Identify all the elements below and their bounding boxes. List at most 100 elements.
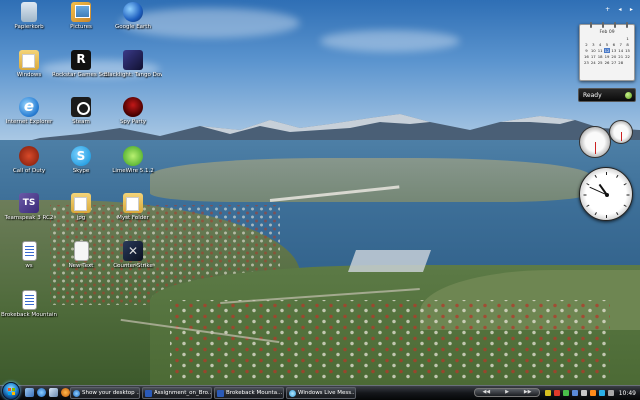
limewire-icon	[123, 146, 143, 166]
clock-tick	[616, 174, 619, 178]
calendar-day[interactable]: 23	[583, 60, 590, 65]
taskbar-button-messenger[interactable]: Windows Live Mess...	[286, 387, 356, 399]
desktop-icon-rockstar[interactable]: Rockstar Games Social Club	[52, 50, 110, 79]
clock-tick	[606, 215, 607, 218]
calendar-day[interactable]: 19	[604, 54, 611, 59]
desktop-icon-teamspeak[interactable]: Teamspeak 3 RC2	[0, 193, 58, 222]
calendar-day[interactable]: 27	[610, 60, 617, 65]
status-gadget[interactable]: Ready	[578, 88, 636, 102]
calendar-day[interactable]: 9	[583, 48, 590, 53]
clock-gadget[interactable]	[579, 167, 633, 221]
calendar-day[interactable]: 12	[603, 48, 611, 53]
calendar-day[interactable]: 21	[617, 54, 624, 59]
tray-app-icon[interactable]	[545, 390, 551, 396]
calendar-day[interactable]: 14	[617, 48, 624, 53]
show-desktop-icon[interactable]	[25, 388, 34, 397]
desktop-icon-jpg[interactable]: jpg	[52, 193, 110, 222]
taskbar-button-browser[interactable]: Show your desktop ...	[70, 387, 140, 399]
desktop-icon-brokeback-mountain[interactable]: Brokeback Mountain	[0, 290, 58, 319]
sidebar-controls: + ◂ ▸	[601, 4, 637, 14]
desktop-icon-call-of-duty[interactable]: Call of Duty	[0, 146, 58, 175]
tray-volume-icon[interactable]	[608, 390, 614, 396]
desktop-icon-google-earth[interactable]: Google Earth	[104, 2, 162, 31]
desktop-icon-pictures[interactable]: Pictures	[52, 2, 110, 31]
calendar-day[interactable]: 22	[624, 54, 631, 59]
taskbar-button-label: Brokeback Mounta...	[226, 390, 283, 396]
calendar-day[interactable]: 15	[624, 48, 631, 53]
clock-tick	[594, 212, 597, 216]
desktop-icon-counter-strike[interactable]: Counter-Strike	[104, 241, 162, 270]
sidebar-next-button[interactable]: ▸	[630, 6, 633, 13]
wallpaper-houses-near	[170, 300, 610, 380]
tray-clock[interactable]: 10:49	[619, 390, 636, 397]
calendar-day	[617, 36, 624, 41]
calendar-day[interactable]: 7	[617, 42, 624, 47]
tray-skype-icon[interactable]	[599, 390, 605, 396]
sidebar-prev-button[interactable]: ◂	[619, 6, 622, 13]
skype-icon	[71, 146, 91, 166]
calendar-day	[597, 36, 604, 41]
calendar-day[interactable]: 28	[617, 60, 624, 65]
calendar-day[interactable]: 5	[604, 42, 611, 47]
desktop-icon-label: Pictures	[70, 24, 92, 30]
internet-explorer-icon[interactable]	[37, 388, 46, 397]
calendar-day[interactable]: 24	[590, 60, 597, 65]
desktop-icon-windows[interactable]: Windows	[0, 50, 58, 79]
messenger-icon	[289, 389, 296, 397]
desktop-icon-label: Call of Duty	[12, 168, 46, 174]
previous-track-button[interactable]: ◀◀	[482, 389, 490, 396]
document-icon	[21, 290, 37, 310]
desktop-icon-skype[interactable]: Skype	[52, 146, 110, 175]
calendar-day[interactable]: 25	[597, 60, 604, 65]
media-player-icon[interactable]	[61, 388, 70, 397]
calendar-day[interactable]: 20	[610, 54, 617, 59]
desktop-icon-internet-explorer[interactable]: Internet Explorer	[0, 97, 58, 126]
desktop-icon-label: Rockstar Games Social Club	[52, 72, 110, 78]
game-icon	[19, 146, 39, 166]
calendar-day[interactable]: 2	[583, 42, 590, 47]
tray-network-icon[interactable]	[581, 390, 587, 396]
calendar-day[interactable]: 18	[597, 54, 604, 59]
calendar-gadget[interactable]: Feb 09 1 2 3 4 5 6 7 8 9 10 11 12 13 14 15 16 17 18 19 20 21…	[579, 22, 635, 81]
flip-3d-icon[interactable]	[49, 388, 58, 397]
clock-tick	[586, 183, 590, 186]
desktop-icon-steam[interactable]: Steam	[52, 97, 110, 126]
clock-tick	[606, 172, 607, 175]
taskbar-button-brokeback[interactable]: Brokeback Mounta...	[214, 387, 284, 399]
system-tray: 10:49	[542, 386, 640, 400]
desktop-icon-recycle-bin[interactable]: Papierkorb	[0, 2, 58, 31]
calendar-day[interactable]: 11	[597, 48, 604, 53]
calendar-day[interactable]: 6	[610, 42, 617, 47]
clock-tick	[623, 183, 627, 186]
calendar-day[interactable]: 8	[624, 42, 631, 47]
next-track-button[interactable]: ▶▶	[524, 389, 532, 396]
tray-app-icon[interactable]	[563, 390, 569, 396]
steam-icon	[71, 97, 91, 117]
tray-app-icon[interactable]	[590, 390, 596, 396]
cpu-meter-gadget[interactable]	[579, 120, 635, 160]
game-icon	[123, 97, 143, 117]
desktop-icon-blacklight[interactable]: Blacklight: Tango Down	[104, 50, 162, 79]
calendar-day[interactable]: 13	[610, 48, 617, 53]
calendar-ring	[626, 22, 628, 28]
desktop-icon-limewire[interactable]: LimeWire 5.1.2	[104, 146, 162, 175]
calendar-day[interactable]: 17	[590, 54, 597, 59]
start-button[interactable]	[2, 382, 20, 400]
taskbar-button-assignment[interactable]: Assignment_on_Bro...	[142, 387, 212, 399]
google-earth-icon	[123, 2, 143, 22]
calendar-day[interactable]: 16	[583, 54, 590, 59]
calendar-day	[590, 36, 597, 41]
desktop-icon-myst[interactable]: Myst Folder	[104, 193, 162, 222]
calendar-day[interactable]: 4	[597, 42, 604, 47]
desktop-icon-ws[interactable]: ws	[0, 241, 58, 270]
play-button[interactable]: ▶	[505, 389, 509, 396]
tray-messenger-icon[interactable]	[572, 390, 578, 396]
desktop-icon-new-text[interactable]: New Text	[52, 241, 110, 270]
tray-antivirus-icon[interactable]	[554, 390, 560, 396]
calendar-day[interactable]: 3	[590, 42, 597, 47]
desktop-icon-spy-party[interactable]: Spy Party	[104, 97, 162, 126]
calendar-day[interactable]: 10	[590, 48, 597, 53]
sidebar-add-gadget-button[interactable]: +	[605, 6, 610, 13]
calendar-day[interactable]: 1	[624, 36, 631, 41]
calendar-day[interactable]: 26	[604, 60, 611, 65]
